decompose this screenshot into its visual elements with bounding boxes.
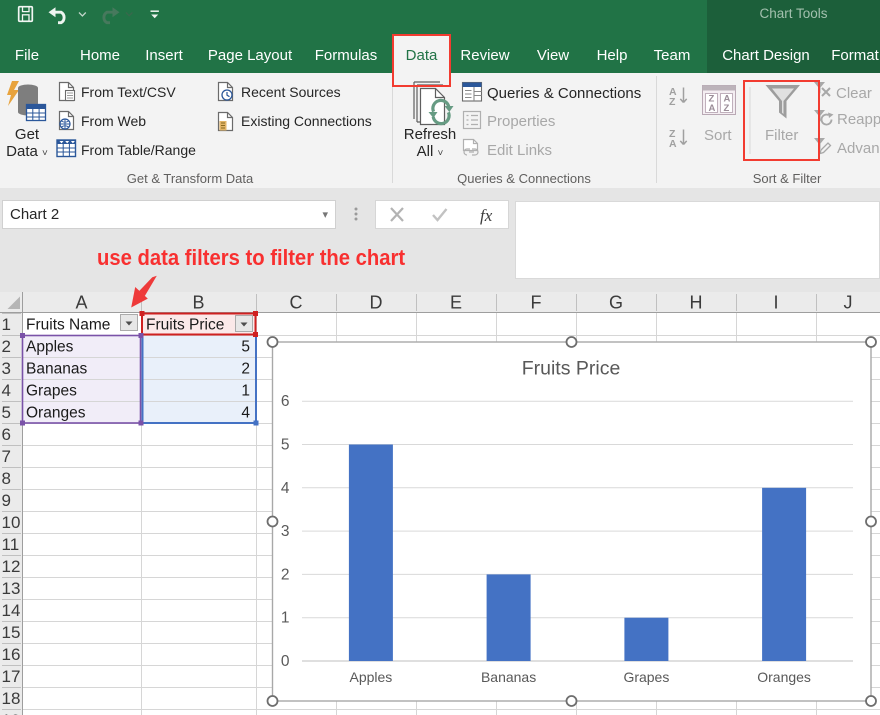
svg-text:Grapes: Grapes [623, 669, 669, 685]
svg-text:12: 12 [2, 557, 21, 576]
svg-text:fx: fx [480, 206, 493, 225]
svg-text:Fruits Price: Fruits Price [146, 317, 224, 334]
svg-text:16: 16 [2, 645, 21, 664]
svg-text:4: 4 [2, 381, 11, 400]
svg-text:5: 5 [241, 339, 250, 356]
svg-text:0: 0 [281, 653, 290, 670]
svg-text:10: 10 [2, 513, 21, 532]
svg-text:Bananas: Bananas [26, 361, 87, 378]
svg-text:3: 3 [281, 523, 290, 540]
svg-text:2: 2 [2, 337, 11, 356]
svg-text:A: A [709, 103, 716, 114]
svg-text:1: 1 [281, 610, 290, 627]
svg-text:G: G [609, 293, 623, 313]
svg-text:3: 3 [2, 359, 11, 378]
svg-text:2: 2 [241, 361, 250, 378]
svg-text:J: J [844, 293, 853, 313]
svg-text:1: 1 [2, 315, 11, 334]
svg-text:19: 19 [2, 711, 21, 715]
svg-text:D: D [370, 293, 383, 313]
svg-text:5: 5 [2, 403, 11, 422]
svg-text:2: 2 [281, 566, 290, 583]
svg-text:14: 14 [2, 601, 21, 620]
svg-text:B: B [192, 293, 204, 313]
svg-text:Grapes: Grapes [26, 383, 77, 400]
svg-text:F: F [531, 293, 542, 313]
svg-text:A: A [669, 138, 677, 150]
svg-text:5: 5 [281, 437, 290, 454]
svg-text:4: 4 [281, 480, 290, 497]
svg-text:C: C [290, 293, 303, 313]
svg-text:9: 9 [2, 491, 11, 510]
svg-text:Z: Z [669, 96, 676, 108]
svg-text:1: 1 [241, 383, 250, 400]
svg-text:Apples: Apples [26, 339, 74, 356]
svg-text:E: E [450, 293, 462, 313]
svg-text:15: 15 [2, 623, 21, 642]
svg-text:Apples: Apples [349, 669, 392, 685]
svg-text:I: I [773, 293, 778, 313]
svg-text:6: 6 [2, 425, 11, 444]
svg-text:H: H [690, 293, 703, 313]
svg-text:17: 17 [2, 667, 21, 686]
svg-text:Oranges: Oranges [757, 669, 811, 685]
svg-text:Bananas: Bananas [481, 669, 536, 685]
svg-text:Z: Z [724, 103, 730, 114]
svg-text:A: A [75, 293, 87, 313]
svg-text:6: 6 [281, 393, 290, 410]
svg-text:Oranges: Oranges [26, 405, 86, 422]
svg-text:8: 8 [2, 469, 11, 488]
svg-text:4: 4 [241, 405, 250, 422]
svg-text:Fruits Price: Fruits Price [522, 358, 621, 380]
svg-text:Fruits Name: Fruits Name [26, 317, 110, 334]
svg-text:13: 13 [2, 579, 21, 598]
svg-text:18: 18 [2, 689, 21, 708]
svg-text:7: 7 [2, 447, 11, 466]
svg-text:11: 11 [2, 535, 20, 554]
